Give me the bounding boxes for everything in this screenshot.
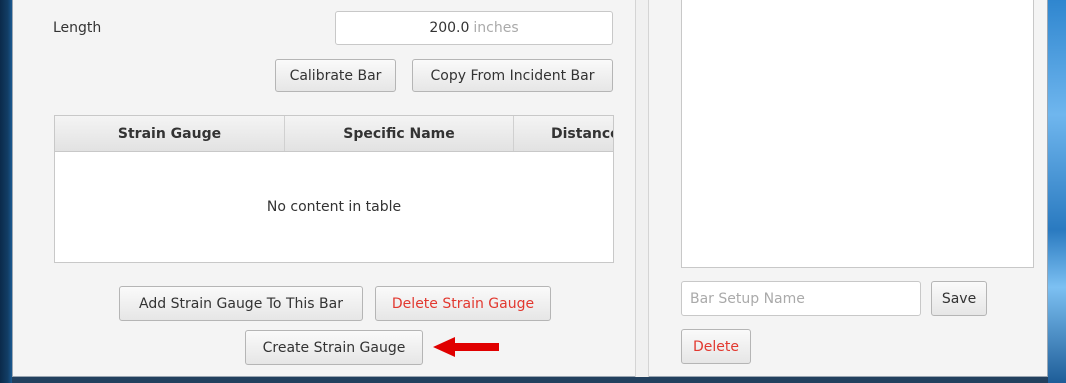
add-strain-gauge-button[interactable]: Add Strain Gauge To This Bar bbox=[119, 286, 363, 321]
bar-setup-name-field[interactable]: Bar Setup Name bbox=[681, 281, 921, 316]
copy-from-incident-bar-button[interactable]: Copy From Incident Bar bbox=[412, 59, 613, 92]
bar-setup-name-placeholder: Bar Setup Name bbox=[690, 290, 805, 307]
save-button[interactable]: Save bbox=[931, 281, 987, 316]
column-header-distance[interactable]: Distance bbox=[514, 116, 613, 151]
length-value: 200.0 bbox=[429, 20, 470, 36]
length-field[interactable]: 200.0 inches bbox=[335, 11, 613, 45]
desktop-edge bbox=[1048, 0, 1066, 383]
calibrate-bar-button[interactable]: Calibrate Bar bbox=[275, 59, 396, 92]
create-strain-gauge-button[interactable]: Create Strain Gauge bbox=[245, 330, 423, 365]
length-unit: inches bbox=[473, 20, 519, 36]
bar-setup-pane: Bar Setup Name Save Delete bbox=[649, 0, 1049, 377]
delete-bar-setup-button[interactable]: Delete bbox=[681, 329, 751, 364]
delete-strain-gauge-button[interactable]: Delete Strain Gauge bbox=[375, 286, 551, 321]
strain-gauge-table[interactable]: Strain Gauge Specific Name Distance No c… bbox=[54, 115, 614, 263]
split-pane-divider[interactable] bbox=[635, 0, 649, 377]
bar-setup-list[interactable] bbox=[681, 0, 1034, 268]
red-arrow-icon bbox=[433, 337, 499, 357]
app-window: Length 200.0 inches Calibrate Bar Copy F… bbox=[12, 0, 1048, 377]
table-empty-message: No content in table bbox=[266, 198, 402, 215]
taskbar-edge bbox=[12, 377, 1048, 383]
column-header-strain-gauge[interactable]: Strain Gauge bbox=[55, 116, 285, 151]
bar-details-pane: Length 200.0 inches Calibrate Bar Copy F… bbox=[13, 0, 635, 377]
length-label: Length bbox=[53, 20, 102, 36]
table-header: Strain Gauge Specific Name Distance bbox=[55, 116, 613, 152]
column-header-specific-name[interactable]: Specific Name bbox=[285, 116, 514, 151]
